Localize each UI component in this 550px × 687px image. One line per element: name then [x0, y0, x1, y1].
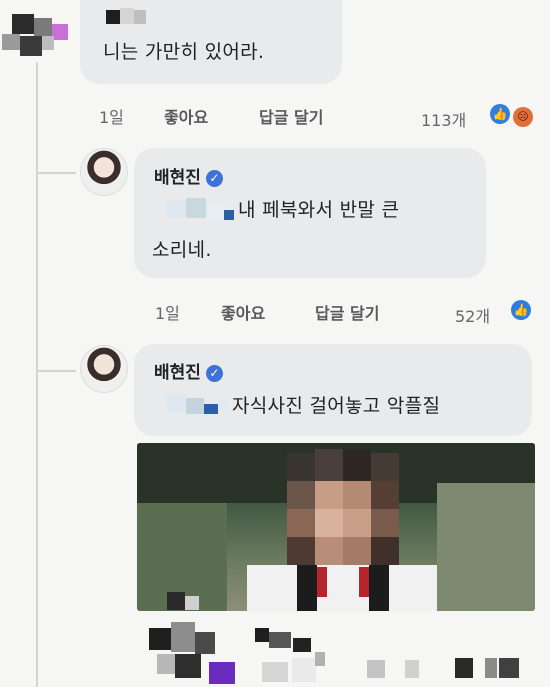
- mention-blurred[interactable]: [166, 198, 236, 224]
- reply-time[interactable]: 1일: [155, 300, 180, 324]
- avatar[interactable]: [80, 345, 128, 393]
- like-icon: 👍: [511, 300, 531, 320]
- reply-button[interactable]: 답글 달기: [259, 104, 323, 128]
- like-icon: 👍: [490, 104, 510, 124]
- reaction-count[interactable]: 52개: [455, 303, 490, 327]
- commenter-avatar-blurred[interactable]: [2, 14, 68, 56]
- reply-text: 자식사진 걸어놓고 악플질: [232, 395, 441, 417]
- thread-line: [36, 62, 38, 687]
- reply-text-line2: 소리네.: [152, 239, 212, 261]
- mention-blurred[interactable]: [166, 392, 232, 418]
- author-name-text[interactable]: 배현진: [154, 168, 201, 188]
- author-name[interactable]: 배현진 ✓: [154, 358, 223, 383]
- verified-badge-icon: ✓: [205, 170, 223, 187]
- avatar[interactable]: [80, 148, 128, 196]
- like-button[interactable]: 좋아요: [164, 104, 208, 128]
- like-button[interactable]: 좋아요: [221, 300, 265, 324]
- commenter-name-blurred[interactable]: [106, 8, 156, 26]
- reply-button[interactable]: 답글 달기: [315, 300, 379, 324]
- attached-photo[interactable]: [137, 443, 535, 611]
- thread-connector: [36, 172, 76, 174]
- reply-bubble: 배현진 ✓ 자식사진 걸어놓고 악플질: [134, 344, 532, 436]
- verified-badge-icon: ✓: [205, 365, 223, 382]
- comment-text: 니는 가만히 있어라.: [103, 41, 265, 63]
- reply-text-line1: 내 페북와서 반말 큰: [238, 199, 400, 221]
- author-name[interactable]: 배현진 ✓: [154, 163, 223, 188]
- author-name-text[interactable]: 배현진: [154, 363, 201, 383]
- comment-bubble: 니는 가만히 있어라.: [80, 0, 342, 84]
- angry-icon: ☹: [513, 107, 533, 127]
- reply-bubble: 배현진 ✓ 내 페북와서 반말 큰 소리네.: [134, 148, 486, 278]
- comment-time[interactable]: 1일: [99, 104, 124, 128]
- thread-connector: [36, 370, 76, 372]
- reaction-count[interactable]: 113개: [421, 107, 466, 131]
- blurred-preview[interactable]: [137, 592, 537, 687]
